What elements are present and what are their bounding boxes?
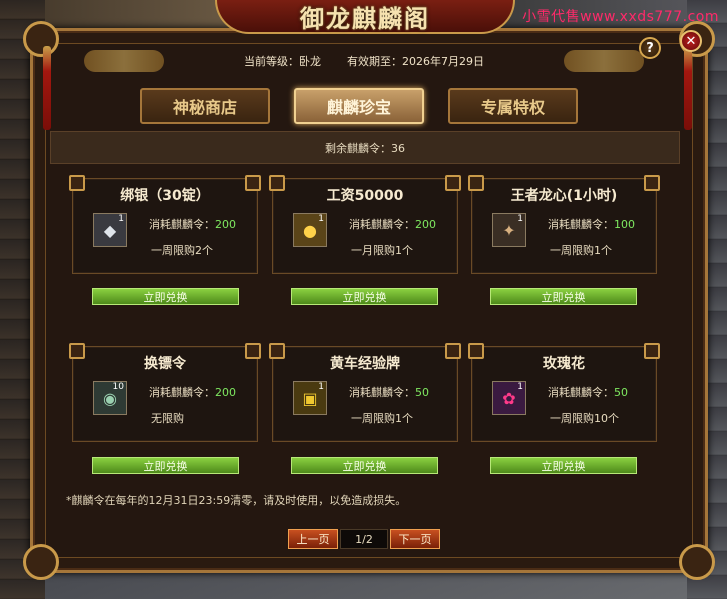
cost-label: 消耗麒麟令： <box>349 386 415 399</box>
item-cost: 消耗麒麟令：100 <box>548 216 635 232</box>
item-name: 王者龙心(1小时) <box>510 188 618 204</box>
item-limit: 一周限购10个 <box>550 412 619 425</box>
item-qty: 10 <box>112 382 124 392</box>
item-card: 玫瑰花 ✿ 1 消耗麒麟令：50 一周限购10个 <box>468 343 660 442</box>
tab-mystery-shop[interactable]: 神秘商店 <box>140 88 270 124</box>
cost-value: 100 <box>614 218 635 231</box>
cost-label: 消耗麒麟令： <box>149 386 215 399</box>
next-page-button[interactable]: 下一页 <box>390 529 440 549</box>
item-name: 换镖令 <box>144 356 186 372</box>
cost-value: 200 <box>215 386 236 399</box>
page-indicator: 1/2 <box>340 529 388 549</box>
item-name: 黄车经验牌 <box>330 356 400 372</box>
item-card: 工资50000 ● 1 消耗麒麟令：200 一月限购1个 <box>269 175 461 274</box>
current-level: 当前等级：卧龙 <box>244 55 321 68</box>
reset-notice: *麒麟令在每年的12月31日23:59清零，请及时使用，以免造成损失。 <box>66 494 407 507</box>
cost-value: 50 <box>614 386 628 399</box>
pagination: 上一页 1/2 下一页 <box>288 529 440 549</box>
tab-qilin-treasure[interactable]: 麒麟珍宝 <box>294 88 424 124</box>
expiry-date: 有效期至：2026年7月29日 <box>347 55 484 68</box>
item-name: 玫瑰花 <box>543 356 585 372</box>
item-card: 换镖令 ◉ 10 消耗麒麟令：200 无限购 <box>69 343 261 442</box>
item-qty: 1 <box>517 382 523 392</box>
dragon-heart-icon[interactable]: ✦ 1 <box>492 213 526 247</box>
item-card: 王者龙心(1小时) ✦ 1 消耗麒麟令：100 一周限购1个 <box>468 175 660 274</box>
item-name: 工资50000 <box>326 188 404 204</box>
redeem-button[interactable]: 立即兑换 <box>92 288 239 305</box>
info-bar: 当前等级：卧龙 有效期至：2026年7月29日 <box>44 48 684 74</box>
rose-icon[interactable]: ✿ 1 <box>492 381 526 415</box>
item-card: 绑银（30锭） ◆ 1 消耗麒麟令：200 一周限购2个 <box>69 175 261 274</box>
item-limit: 一周限购1个 <box>550 244 612 257</box>
cost-value: 200 <box>215 218 236 231</box>
cost-label: 消耗麒麟令： <box>149 218 215 231</box>
item-name: 绑银（30锭） <box>120 188 210 204</box>
escort-token-icon[interactable]: ◉ 10 <box>93 381 127 415</box>
redeem-button[interactable]: 立即兑换 <box>291 288 438 305</box>
gold-coins-icon[interactable]: ● 1 <box>293 213 327 247</box>
scroll-ornament-icon <box>564 50 644 72</box>
redeem-button[interactable]: 立即兑换 <box>92 457 239 474</box>
item-qty: 1 <box>318 214 324 224</box>
cost-value: 50 <box>415 386 429 399</box>
cost-label: 消耗麒麟令： <box>548 386 614 399</box>
cost-label: 消耗麒麟令： <box>548 218 614 231</box>
item-cost: 消耗麒麟令：200 <box>149 216 236 232</box>
redeem-button[interactable]: 立即兑换 <box>291 457 438 474</box>
yellow-cart-icon[interactable]: ▣ 1 <box>293 381 327 415</box>
item-qty: 1 <box>318 382 324 392</box>
item-limit: 一周限购1个 <box>351 412 413 425</box>
item-card: 黄车经验牌 ▣ 1 消耗麒麟令：50 一周限购1个 <box>269 343 461 442</box>
scroll-ornament-icon <box>84 50 164 72</box>
item-qty: 1 <box>517 214 523 224</box>
remaining-tokens-text: 剩余麒麟令：36 <box>325 141 405 155</box>
item-cost: 消耗麒麟令：200 <box>149 384 236 400</box>
tassel-icon <box>684 46 692 130</box>
tab-exclusive-privilege[interactable]: 专属特权 <box>448 88 578 124</box>
corner-ornament-icon <box>23 544 59 580</box>
remaining-tokens: 剩余麒麟令：36 <box>50 131 680 164</box>
cost-label: 消耗麒麟令： <box>349 218 415 231</box>
item-qty: 1 <box>118 214 124 224</box>
tab-bar: 神秘商店 麒麟珍宝 专属特权 <box>140 88 578 124</box>
item-cost: 消耗麒麟令：50 <box>548 384 628 400</box>
corner-ornament-icon <box>679 544 715 580</box>
window-title: 御龙麒麟阁 <box>300 3 430 33</box>
title-banner: 御龙麒麟阁 <box>215 0 515 34</box>
item-cost: 消耗麒麟令：50 <box>349 384 429 400</box>
item-limit: 一周限购2个 <box>151 244 213 257</box>
item-cost: 消耗麒麟令：200 <box>349 216 436 232</box>
redeem-button[interactable]: 立即兑换 <box>490 457 637 474</box>
redeem-button[interactable]: 立即兑换 <box>490 288 637 305</box>
cost-value: 200 <box>415 218 436 231</box>
silver-ingot-icon[interactable]: ◆ 1 <box>93 213 127 247</box>
item-limit: 一月限购1个 <box>351 244 413 257</box>
prev-page-button[interactable]: 上一页 <box>288 529 338 549</box>
item-limit: 无限购 <box>151 412 184 425</box>
